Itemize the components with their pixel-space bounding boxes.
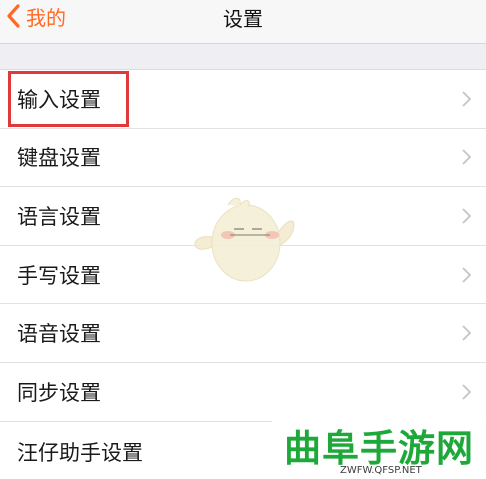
chevron-right-icon: [462, 325, 472, 341]
settings-item-label: 手写设置: [17, 263, 101, 288]
highlight-box: [8, 71, 129, 127]
settings-item-label: 汪仔助手设置: [17, 440, 143, 465]
chevron-right-icon: [462, 266, 472, 283]
page-title: 设置: [223, 7, 263, 31]
chevron-right-icon: [462, 91, 472, 107]
site-watermark: 曲阜手游网 ZWFW.QFSP.NET: [272, 414, 486, 479]
settings-item-label: 语音设置: [17, 322, 101, 347]
watermark-url: ZWFW.QFSP.NET: [340, 465, 422, 476]
settings-item-label: 同步设置: [17, 380, 101, 405]
settings-item-sync[interactable]: 同步设置: [0, 363, 486, 422]
watermark-title: 曲阜手游网: [284, 427, 474, 470]
settings-item-label: 键盘设置: [17, 146, 101, 171]
settings-item-keyboard[interactable]: 键盘设置: [0, 129, 486, 188]
mascot-watermark-icon: [194, 197, 295, 282]
settings-item-voice[interactable]: 语音设置: [0, 304, 486, 363]
navigation-bar: 我的 设置: [0, 0, 486, 44]
settings-item-label: 语言设置: [17, 204, 101, 229]
chevron-right-icon: [462, 208, 472, 224]
chevron-right-icon: [462, 384, 472, 400]
chevron-right-icon: [462, 149, 472, 166]
